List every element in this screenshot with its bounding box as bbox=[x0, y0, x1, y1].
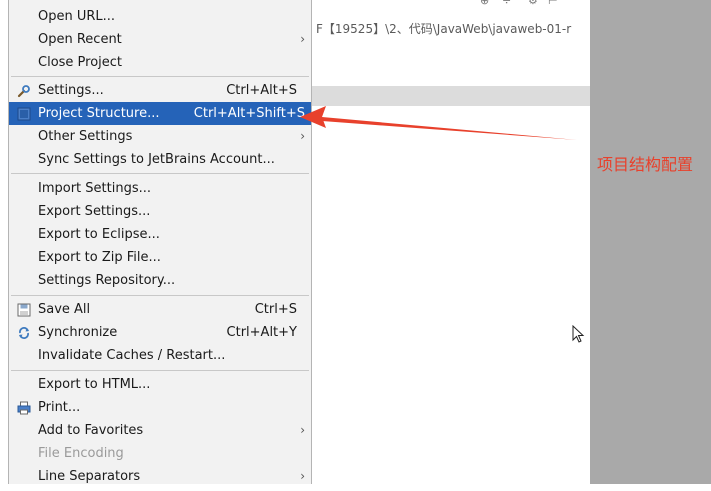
menu-item-label: Print... bbox=[38, 400, 81, 415]
menu-separator bbox=[11, 295, 309, 296]
save-icon bbox=[17, 303, 31, 317]
mouse-cursor-icon bbox=[572, 325, 585, 343]
menu-item-save-all[interactable]: Save All Ctrl+S bbox=[9, 298, 311, 321]
menu-item-label: Open Recent bbox=[38, 32, 122, 47]
menu-item-other-settings[interactable]: Other Settings › bbox=[9, 125, 311, 148]
menu-item-shortcut: Ctrl+S bbox=[254, 302, 297, 317]
menu-item-open-recent[interactable]: Open Recent › bbox=[9, 28, 311, 51]
menu-item-label: Save All bbox=[38, 302, 91, 317]
bottom-strip bbox=[0, 484, 711, 491]
menu-item-settings-repository[interactable]: Settings Repository... bbox=[9, 269, 311, 292]
menu-item-label: Settings... bbox=[38, 83, 104, 98]
editor-tab-strip bbox=[306, 86, 590, 106]
menu-item-label: Export to HTML... bbox=[38, 377, 151, 392]
chevron-right-icon: › bbox=[300, 32, 305, 46]
project-structure-icon bbox=[17, 107, 31, 121]
menu-item-sync-settings[interactable]: Sync Settings to JetBrains Account... bbox=[9, 148, 311, 171]
menu-item-label: Invalidate Caches / Restart... bbox=[38, 348, 226, 363]
hide-icon[interactable]: ⊢ bbox=[548, 0, 558, 7]
menu-item-synchronize[interactable]: Synchronize Ctrl+Alt+Y bbox=[9, 321, 311, 344]
menu-item-project-structure[interactable]: Project Structure... Ctrl+Alt+Shift+S bbox=[9, 102, 311, 125]
menu-item-export-html[interactable]: Export to HTML... bbox=[9, 373, 311, 396]
chevron-right-icon: › bbox=[300, 129, 305, 143]
menu-item-invalidate-caches[interactable]: Invalidate Caches / Restart... bbox=[9, 344, 311, 367]
menu-item-label: Close Project bbox=[38, 55, 123, 70]
editor-area bbox=[306, 0, 590, 491]
wrench-icon bbox=[17, 85, 30, 98]
menu-separator bbox=[11, 76, 309, 77]
screen: F【19525】\2、代码\JavaWeb\javaweb-01-r ⊕ ÷ ⚙… bbox=[0, 0, 711, 491]
menu-separator bbox=[11, 370, 309, 371]
menu-item-add-favorites[interactable]: Add to Favorites › bbox=[9, 419, 311, 442]
menu-item-open-url[interactable]: Open URL... bbox=[9, 5, 311, 28]
menu-item-label: Project Structure... bbox=[38, 106, 160, 121]
menu-item-label: Sync Settings to JetBrains Account... bbox=[38, 152, 275, 167]
menu-item-close-project[interactable]: Close Project bbox=[9, 51, 311, 74]
menu-item-label: Other Settings bbox=[38, 129, 133, 144]
menu-item-label: Export to Zip File... bbox=[38, 250, 161, 265]
file-path-bar: F【19525】\2、代码\JavaWeb\javaweb-01-r bbox=[316, 22, 572, 36]
menu-item-label: Add to Favorites bbox=[38, 423, 144, 438]
menu-item-export-settings[interactable]: Export Settings... bbox=[9, 200, 311, 223]
chevron-right-icon: › bbox=[300, 423, 305, 437]
file-menu: Open URL... Open Recent › Close Project … bbox=[8, 0, 312, 485]
menu-item-export-zip[interactable]: Export to Zip File... bbox=[9, 246, 311, 269]
menu-item-label: Export Settings... bbox=[38, 204, 151, 219]
menu-item-label: File Encoding bbox=[38, 446, 124, 461]
menu-item-settings[interactable]: Settings... Ctrl+Alt+S bbox=[9, 79, 311, 102]
menu-item-file-encoding: File Encoding bbox=[9, 442, 311, 465]
target-icon[interactable]: ⊕ bbox=[480, 0, 489, 7]
menu-item-import-settings[interactable]: Import Settings... bbox=[9, 177, 311, 200]
right-panel bbox=[590, 0, 711, 491]
menu-item-label: Open URL... bbox=[38, 9, 116, 24]
toolbar-icons: ⊕ ÷ ⚙ ⊢ bbox=[470, 0, 590, 7]
printer-icon bbox=[17, 401, 31, 415]
annotation-label: 项目结构配置 bbox=[597, 155, 694, 174]
menu-item-print[interactable]: Print... bbox=[9, 396, 311, 419]
menu-item-shortcut: Ctrl+Alt+S bbox=[226, 83, 297, 98]
menu-item-export-eclipse[interactable]: Export to Eclipse... bbox=[9, 223, 311, 246]
menu-item-shortcut: Ctrl+Alt+Y bbox=[226, 325, 297, 340]
menu-item-label: Import Settings... bbox=[38, 181, 151, 196]
menu-item-shortcut: Ctrl+Alt+Shift+S bbox=[193, 106, 305, 121]
gear-icon[interactable]: ⚙ bbox=[528, 0, 538, 7]
sync-icon bbox=[19, 327, 29, 339]
menu-item-label: Synchronize bbox=[38, 325, 118, 340]
menu-item-label: Settings Repository... bbox=[38, 273, 176, 288]
menu-item-label: Export to Eclipse... bbox=[38, 227, 160, 242]
menu-separator bbox=[11, 173, 309, 174]
collapse-icon[interactable]: ÷ bbox=[502, 0, 511, 7]
